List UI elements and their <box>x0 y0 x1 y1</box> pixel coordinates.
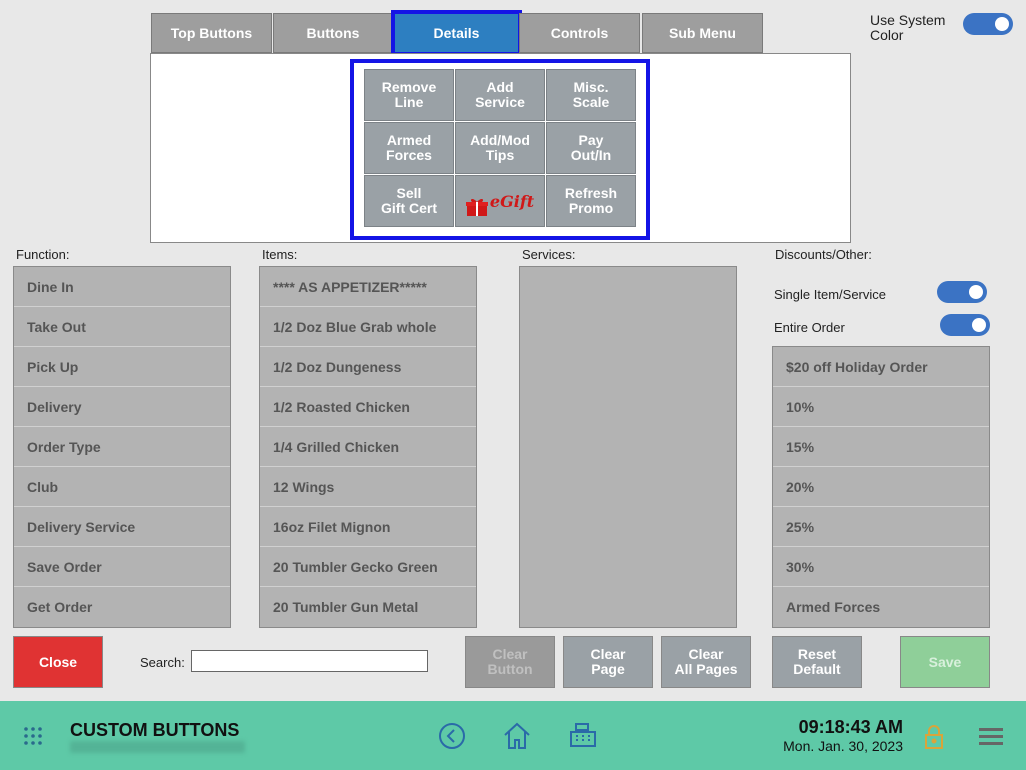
list-item[interactable]: 12 Wings <box>260 467 476 507</box>
clear-page-button[interactable]: Clear Page <box>563 636 653 688</box>
function-label: Function: <box>16 247 70 262</box>
list-item[interactable]: $20 off Holiday Order <box>773 347 989 387</box>
tab-top-buttons[interactable]: Top Buttons <box>151 13 272 53</box>
services-label: Services: <box>522 247 576 262</box>
footer-bar: CUSTOM BUTTONS 09:18:43 AM Mon. Jan. 30,… <box>0 701 1026 770</box>
list-item[interactable]: Club <box>14 467 230 507</box>
entire-order-toggle[interactable] <box>940 314 990 336</box>
cash-register-icon[interactable] <box>567 721 599 751</box>
clear-button-button[interactable]: Clear Button <box>465 636 555 688</box>
list-item[interactable]: 1/4 Grilled Chicken <box>260 427 476 467</box>
list-item[interactable]: 15% <box>773 427 989 467</box>
tab-sub-menu[interactable]: Sub Menu <box>642 13 763 53</box>
page-title: CUSTOM BUTTONS <box>70 720 240 740</box>
home-icon[interactable] <box>501 720 533 752</box>
armed-forces-button[interactable]: Armed Forces <box>364 122 454 174</box>
clock-time: 09:18:43 AM <box>798 717 903 737</box>
entire-order-label: Entire Order <box>774 320 845 335</box>
egift-button[interactable]: eGift <box>455 175 545 227</box>
list-item[interactable]: 1/2 Doz Dungeness <box>260 347 476 387</box>
list-item[interactable]: Get Order <box>14 587 230 627</box>
add-service-button[interactable]: Add Service <box>455 69 545 121</box>
tab-details[interactable]: Details <box>391 10 522 56</box>
egift-label: eGift <box>489 191 535 211</box>
list-item[interactable]: 10% <box>773 387 989 427</box>
single-item-label: Single Item/Service <box>774 287 886 302</box>
close-button[interactable]: Close <box>13 636 103 688</box>
tab-buttons[interactable]: Buttons <box>273 13 393 53</box>
sell-gift-cert-button[interactable]: Sell Gift Cert <box>364 175 454 227</box>
list-item[interactable]: 16oz Filet Mignon <box>260 507 476 547</box>
app-grid-icon[interactable] <box>22 725 44 747</box>
reset-default-button[interactable]: Reset Default <box>772 636 862 688</box>
list-item[interactable]: 1/2 Roasted Chicken <box>260 387 476 427</box>
list-item[interactable]: Dine In <box>14 267 230 307</box>
list-item[interactable]: 30% <box>773 547 989 587</box>
clear-all-pages-button[interactable]: Clear All Pages <box>661 636 751 688</box>
list-item[interactable]: Order Type <box>14 427 230 467</box>
list-item[interactable]: 1/2 Doz Blue Grab whole <box>260 307 476 347</box>
list-item[interactable]: 20% <box>773 467 989 507</box>
clock-date: Mon. Jan. 30, 2023 <box>783 738 903 754</box>
list-item[interactable]: Pick Up <box>14 347 230 387</box>
back-icon[interactable] <box>438 722 466 750</box>
add-mod-tips-button[interactable]: Add/Mod Tips <box>455 122 545 174</box>
services-list[interactable] <box>519 266 737 628</box>
hamburger-menu-icon[interactable] <box>978 725 1004 747</box>
store-name-blurred <box>70 741 245 753</box>
items-list: **** AS APPETIZER***** 1/2 Doz Blue Grab… <box>259 266 477 628</box>
list-item[interactable]: 25% <box>773 507 989 547</box>
gift-icon <box>465 182 488 220</box>
pay-out-in-button[interactable]: Pay Out/In <box>546 122 636 174</box>
search-label: Search: <box>140 655 185 670</box>
lock-icon[interactable] <box>922 723 946 751</box>
list-item[interactable]: Save Order <box>14 547 230 587</box>
discounts-label: Discounts/Other: <box>775 247 872 262</box>
list-item[interactable]: Take Out <box>14 307 230 347</box>
tab-controls[interactable]: Controls <box>519 13 640 53</box>
list-item[interactable]: 20 Tumbler Gecko Green <box>260 547 476 587</box>
use-system-color-toggle[interactable] <box>963 13 1013 35</box>
function-list: Dine In Take Out Pick Up Delivery Order … <box>13 266 231 628</box>
list-item[interactable]: **** AS APPETIZER***** <box>260 267 476 307</box>
items-label: Items: <box>262 247 298 262</box>
search-input[interactable] <box>191 650 428 672</box>
remove-line-button[interactable]: Remove Line <box>364 69 454 121</box>
misc-scale-button[interactable]: Misc. Scale <box>546 69 636 121</box>
list-item[interactable]: Armed Forces <box>773 587 989 627</box>
use-system-color-label: Use System Color <box>870 12 946 43</box>
refresh-promo-button[interactable]: Refresh Promo <box>546 175 636 227</box>
discounts-list: $20 off Holiday Order 10% 15% 20% 25% 30… <box>772 346 990 628</box>
save-button[interactable]: Save <box>900 636 990 688</box>
list-item[interactable]: 20 Tumbler Gun Metal <box>260 587 476 627</box>
list-item[interactable]: Delivery <box>14 387 230 427</box>
list-item[interactable]: Delivery Service <box>14 507 230 547</box>
single-item-toggle[interactable] <box>937 281 987 303</box>
